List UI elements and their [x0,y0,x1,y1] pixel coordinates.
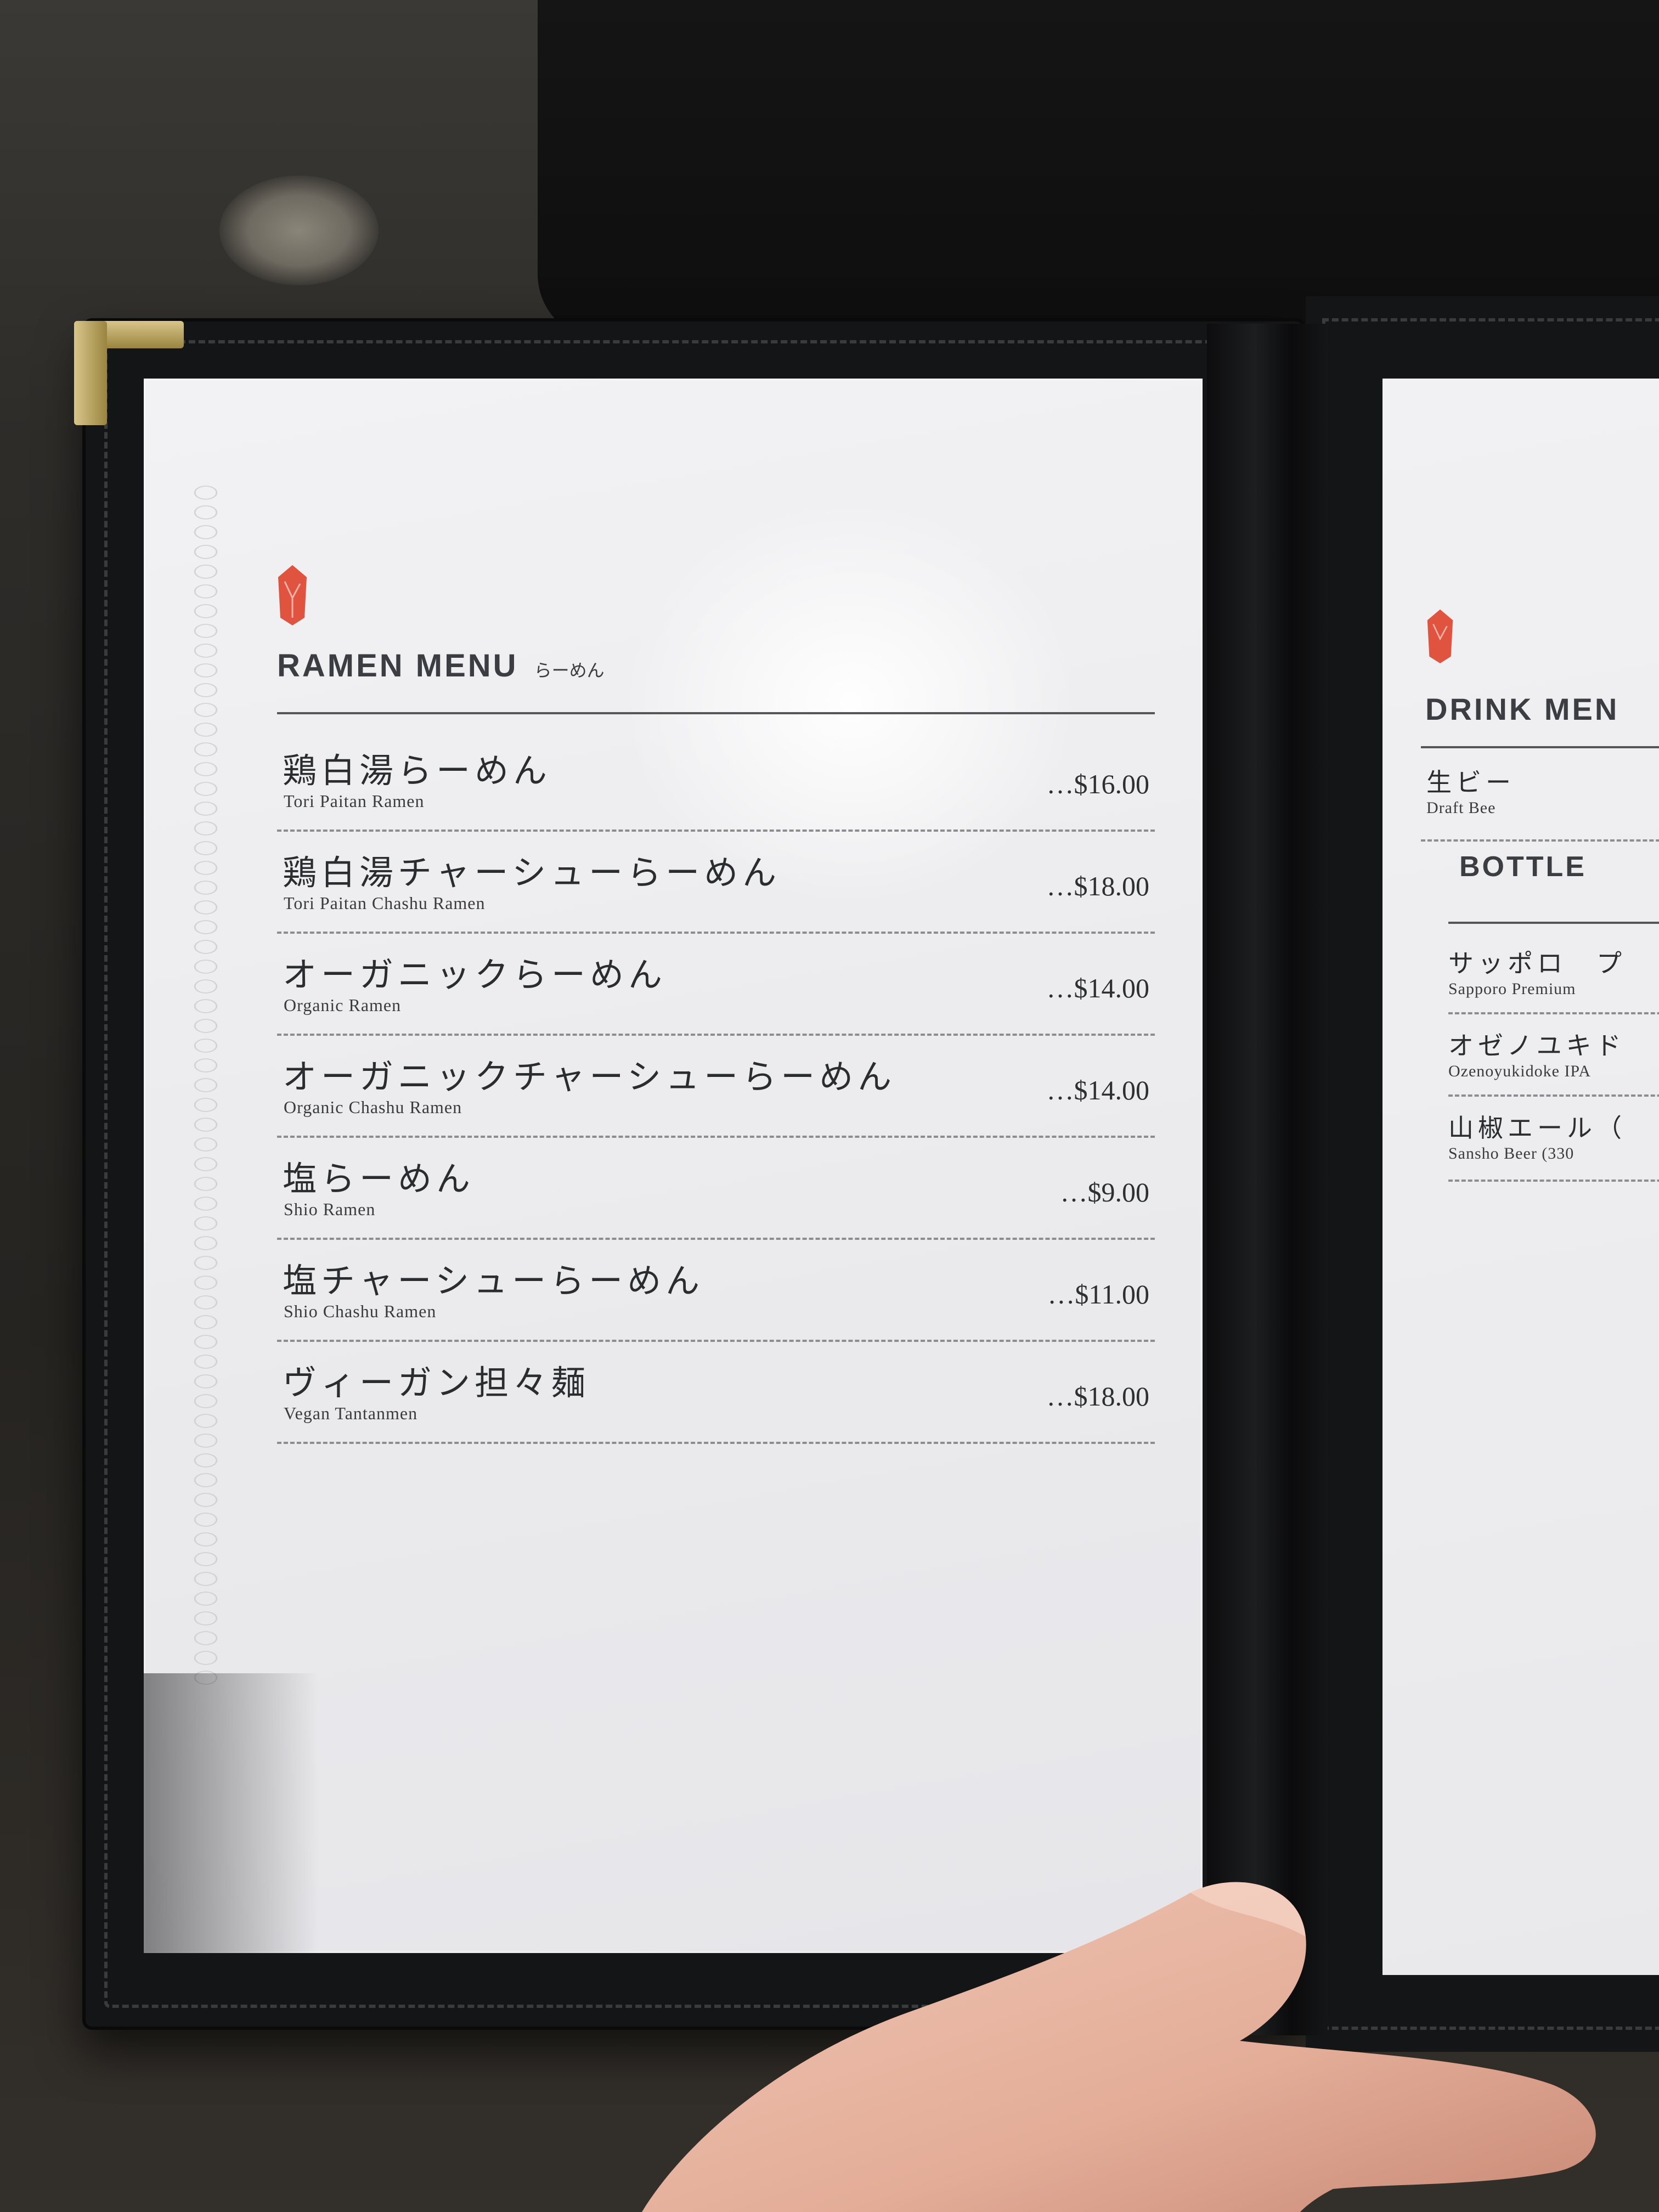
bottle-row: サッポロ プ Sapporo Premium [1448,944,1626,998]
drink-menu-page: DRINK MEN 生ビー Draft Bee BOTTLE サッポロ プ Sa… [1383,379,1659,1975]
row-divider [1448,1012,1659,1014]
menu-header: RAMEN MENU らーめん [277,647,1155,691]
menu-title-jp: らーめん [534,660,605,681]
item-name-en: Organic Ramen [284,995,402,1015]
item-name-jp: オーガニックらーめん [283,955,667,995]
hand-shadow [144,1673,319,1953]
gem-logo-icon [278,565,307,625]
item-name-en: Sansho Beer (330 [1448,1144,1575,1163]
pavement-stain [219,176,379,285]
item-name-jp: 鶏白湯らーめん [283,751,552,791]
item-price: …$11.00 [1047,1279,1149,1310]
dark-clothing-background [538,0,1659,340]
item-name-jp: 鶏白湯チャーシューらーめん [283,853,781,893]
item-name-en: Ozenoyukidoke IPA [1448,1062,1592,1080]
bottle-row: 山椒エール（ Sansho Beer (330 [1448,1108,1626,1163]
menu-item: オーガニックらーめん Organic Ramen …$14.00 [277,934,1155,1036]
photo-scene: RAMEN MENU らーめん 鶏白湯らーめん Tori Paitan Rame… [0,0,1659,2212]
item-price: …$18.00 [1046,871,1150,901]
item-price: …$14.00 [1046,1075,1150,1105]
item-name-jp: 生ビー [1426,768,1515,797]
menu-item: 塩チャーシューらーめん Shio Chashu Ramen …$11.00 [277,1240,1155,1342]
item-name-en: Tori Paitan Chashu Ramen [284,893,486,913]
item-name-jp: 塩チャーシューらーめん [283,1261,704,1301]
title-divider [277,712,1155,714]
item-name-jp: オゼノユキド [1448,1031,1626,1060]
bottle-row: オゼノユキド Ozenoyukidoke IPA [1448,1026,1626,1081]
row-divider [1421,839,1659,842]
menu-items-list: 鶏白湯らーめん Tori Paitan Ramen …$16.00 鶏白湯チャー… [277,730,1155,1444]
row-divider [1448,1094,1659,1097]
item-name-en: Vegan Tantanmen [284,1403,418,1423]
item-name-jp: 塩らーめん [283,1159,475,1199]
menu-item: 鶏白湯チャーシューらーめん Tori Paitan Chashu Ramen …… [277,832,1155,934]
menu-item: 塩らーめん Shio Ramen …$9.00 [277,1138,1155,1240]
title-divider [1421,746,1659,748]
item-name-en: Draft Bee [1426,799,1496,817]
menu-title: RAMEN MENU [277,648,518,684]
item-price: …$14.00 [1046,973,1150,1003]
hand-holding-menu [642,1882,1596,2212]
item-name-en: Tori Paitan Ramen [284,791,425,811]
decorative-wave-border [187,483,225,1690]
draft-beer-row: 生ビー Draft Bee [1426,763,1515,817]
item-price: …$18.00 [1046,1381,1150,1412]
bottle-section-title: BOTTLE [1459,851,1587,883]
gem-logo-icon [1427,609,1453,664]
item-price: …$16.00 [1046,769,1150,799]
item-name-jp: 山椒エール（ [1448,1113,1626,1143]
item-name-en: Sapporo Premium [1448,980,1576,998]
menu-item: 鶏白湯らーめん Tori Paitan Ramen …$16.00 [277,730,1155,832]
drink-menu-title: DRINK MEN [1425,692,1620,726]
item-name-en: Organic Chashu Ramen [284,1097,462,1117]
item-price: …$9.00 [1060,1177,1150,1207]
menu-item: ヴィーガン担々麺 Vegan Tantanmen …$18.00 [277,1342,1155,1444]
item-name-jp: サッポロ プ [1448,949,1626,978]
item-name-en: Shio Chashu Ramen [284,1301,437,1321]
item-name-en: Shio Ramen [284,1199,376,1219]
item-name-jp: オーガニックチャーシューらーめん [283,1057,896,1097]
menu-item: オーガニックチャーシューらーめん Organic Chashu Ramen …$… [277,1036,1155,1138]
row-divider [1448,1180,1659,1182]
item-name-jp: ヴィーガン担々麺 [283,1363,590,1403]
section-divider [1448,922,1659,924]
menu-folder-spine [1207,324,1328,2035]
